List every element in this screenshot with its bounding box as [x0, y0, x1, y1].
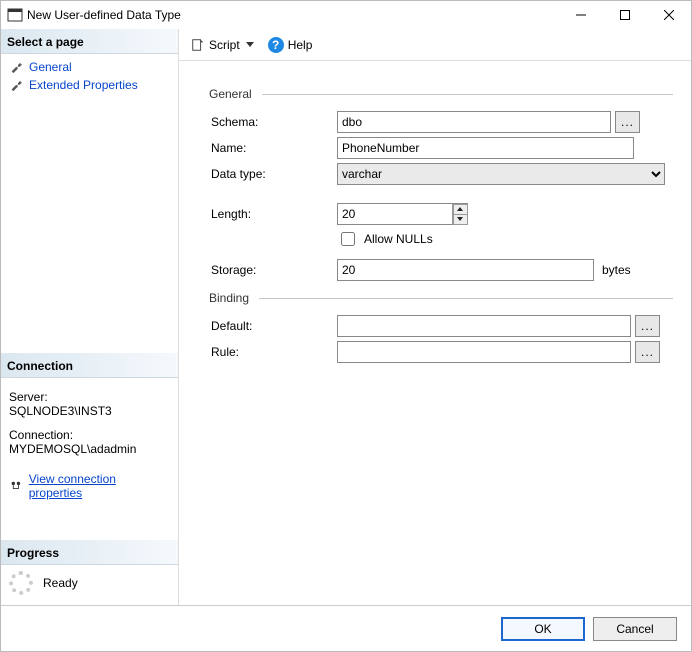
allow-nulls-row: Allow NULLs	[209, 229, 673, 249]
title-bar: New User-defined Data Type	[1, 1, 691, 29]
rule-label: Rule:	[209, 345, 337, 359]
name-row: Name:	[209, 137, 673, 159]
length-row: Length:	[209, 203, 673, 225]
datatype-label: Data type:	[209, 167, 337, 181]
script-button[interactable]: Script	[187, 36, 258, 54]
view-connection-properties[interactable]: View connection properties	[1, 468, 178, 510]
left-panel: Select a page General Extended Propertie…	[1, 29, 179, 605]
name-input[interactable]	[337, 137, 634, 159]
length-label: Length:	[209, 207, 337, 221]
maximize-button[interactable]	[603, 1, 647, 29]
connection-header: Connection	[1, 353, 178, 378]
select-page-header: Select a page	[1, 29, 178, 54]
schema-label: Schema:	[209, 115, 337, 129]
view-connection-link[interactable]: View connection properties	[29, 472, 170, 500]
properties-icon	[9, 479, 23, 493]
server-value: SQLNODE3\INST3	[9, 404, 170, 422]
rule-row: Rule: ...	[209, 341, 673, 363]
progress-status: Ready	[43, 576, 78, 590]
page-link[interactable]: General	[29, 60, 72, 74]
schema-input[interactable]	[337, 111, 611, 133]
help-button[interactable]: ? Help	[264, 35, 317, 55]
datatype-select[interactable]: varchar	[337, 163, 665, 185]
dropdown-icon[interactable]	[246, 42, 254, 47]
script-label: Script	[209, 38, 240, 52]
page-link[interactable]: Extended Properties	[29, 78, 138, 92]
progress-spinner-icon	[9, 571, 33, 595]
window-buttons	[559, 1, 691, 29]
default-browse-button[interactable]: ...	[635, 315, 660, 337]
rule-input[interactable]	[337, 341, 631, 363]
default-input[interactable]	[337, 315, 631, 337]
allow-nulls-checkbox[interactable]	[341, 232, 355, 246]
connection-block: Server: SQLNODE3\INST3 Connection: MYDEM…	[1, 378, 178, 468]
spin-down-button[interactable]	[453, 214, 468, 225]
bottom-bar: OK Cancel	[1, 605, 691, 651]
storage-unit: bytes	[602, 263, 631, 277]
help-icon: ?	[268, 37, 284, 53]
help-label: Help	[288, 38, 313, 52]
binding-group: Binding	[209, 291, 673, 305]
minimize-button[interactable]	[559, 1, 603, 29]
length-spinner[interactable]	[452, 204, 467, 224]
general-group: General	[209, 87, 673, 101]
wrench-icon	[9, 60, 23, 74]
wrench-icon	[9, 78, 23, 92]
toolbar: Script ? Help	[179, 29, 691, 61]
default-label: Default:	[209, 319, 337, 333]
script-icon	[191, 38, 205, 52]
right-panel: Script ? Help General Schema: ...	[179, 29, 691, 605]
general-group-label: General	[209, 87, 252, 101]
connection-value: MYDEMOSQL\adadmin	[9, 442, 170, 460]
ok-button[interactable]: OK	[501, 617, 585, 641]
datatype-row: Data type: varchar	[209, 163, 673, 185]
binding-group-label: Binding	[209, 291, 249, 305]
dialog-window: New User-defined Data Type Select a page…	[0, 0, 692, 652]
content-area: Select a page General Extended Propertie…	[1, 29, 691, 605]
schema-browse-button[interactable]: ...	[615, 111, 640, 133]
storage-label: Storage:	[209, 263, 337, 277]
form-area: General Schema: ... Name: Data type: var…	[179, 61, 691, 605]
default-row: Default: ...	[209, 315, 673, 337]
connection-label: Connection:	[9, 422, 170, 442]
name-label: Name:	[209, 141, 337, 155]
server-label: Server:	[9, 384, 170, 404]
schema-row: Schema: ...	[209, 111, 673, 133]
app-icon	[7, 7, 23, 23]
progress-header: Progress	[1, 540, 178, 565]
allow-nulls-label: Allow NULLs	[364, 232, 433, 246]
cancel-button[interactable]: Cancel	[593, 617, 677, 641]
length-input[interactable]	[337, 203, 468, 225]
page-item-extended[interactable]: Extended Properties	[1, 76, 178, 94]
storage-row: Storage: bytes	[209, 259, 673, 281]
close-button[interactable]	[647, 1, 691, 29]
storage-input	[337, 259, 594, 281]
window-title: New User-defined Data Type	[23, 8, 559, 22]
page-list: General Extended Properties	[1, 54, 178, 98]
progress-block: Ready	[1, 565, 178, 605]
page-item-general[interactable]: General	[1, 58, 178, 76]
rule-browse-button[interactable]: ...	[635, 341, 660, 363]
